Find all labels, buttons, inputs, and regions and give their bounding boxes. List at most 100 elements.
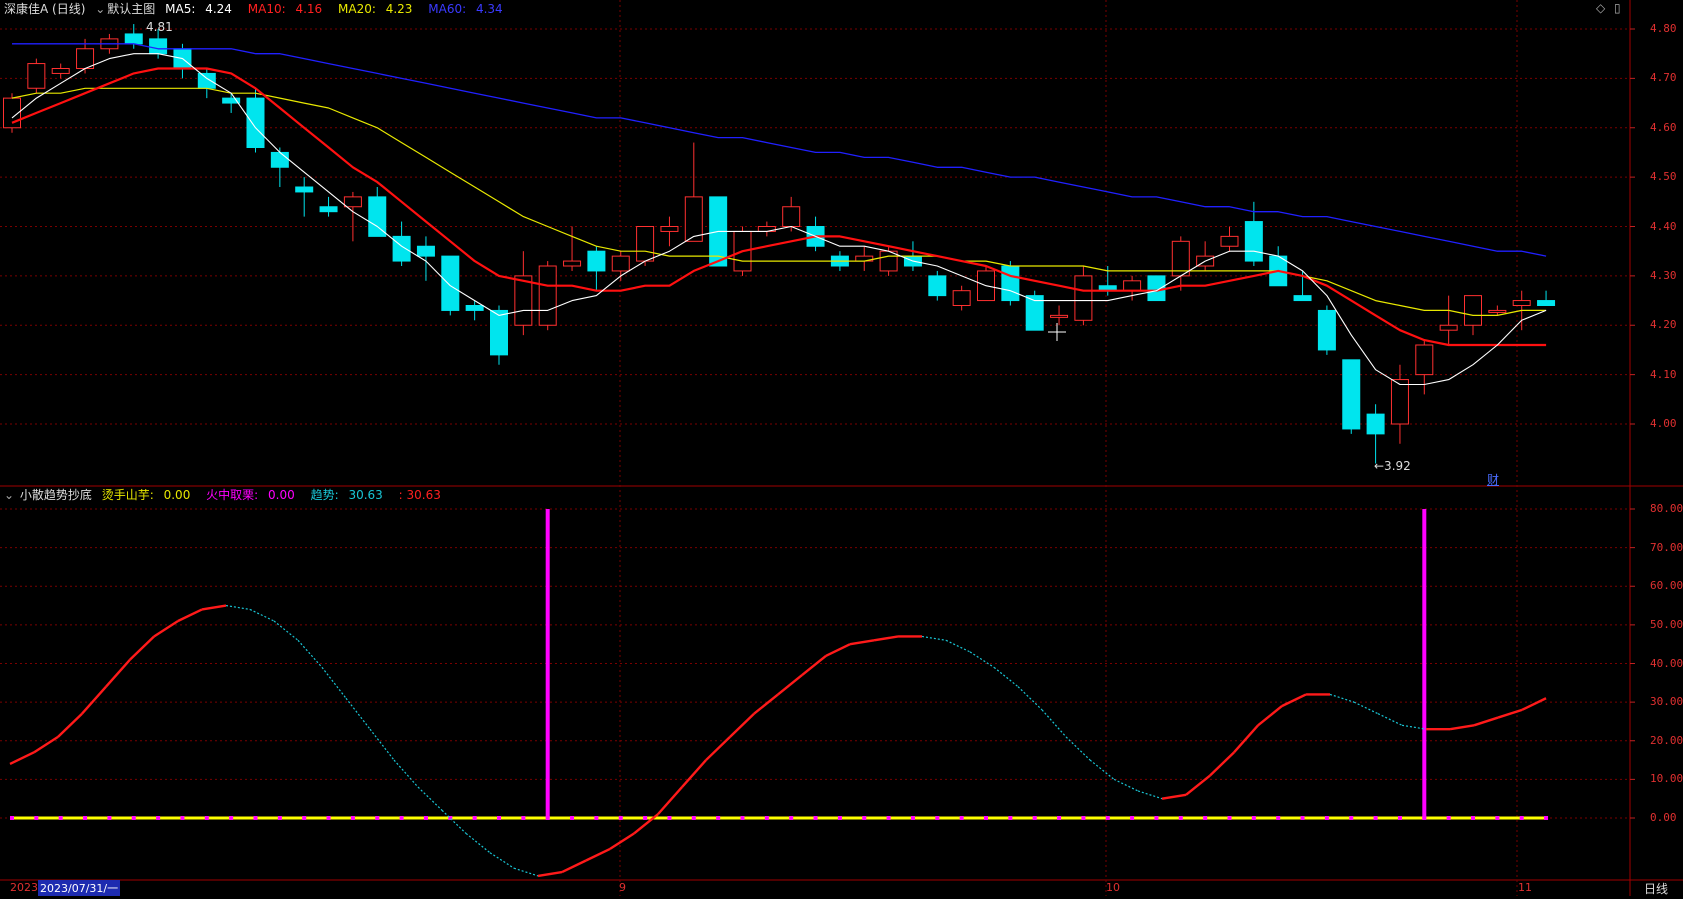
zero-dot (594, 816, 599, 820)
indicator-tick-label: 70.00 (1650, 540, 1683, 554)
period-label[interactable]: 日线 (1644, 880, 1668, 897)
bear-candle (124, 33, 143, 45)
template-label[interactable]: 默认主图 (107, 2, 155, 16)
zero-dot (1276, 816, 1281, 820)
zero-dot (1373, 816, 1378, 820)
zero-dot (959, 816, 964, 820)
trend-segment-up (1257, 705, 1283, 727)
ma10-label-text: MA10: (247, 2, 286, 16)
bear-candle (1537, 300, 1556, 306)
zero-dot (521, 816, 526, 820)
zero-dot (497, 816, 501, 820)
zero-dot (1324, 816, 1329, 820)
bull-candle (636, 226, 655, 262)
trend-segment-down (1329, 693, 1355, 703)
indicator-name[interactable]: 小散趋势抄底 (20, 488, 92, 502)
price-tick-label: 4.20 (1650, 318, 1677, 332)
bear-candle (246, 97, 265, 148)
trend-segment-down (945, 639, 971, 653)
chart-window[interactable]: 深康佳A (日线) ⌄ 默认主图 MA5: 4.24 MA10: 4.16 MA2… (0, 0, 1683, 896)
bear-candle (197, 72, 216, 89)
ma20-value: 4.23 (385, 2, 413, 16)
trend-segment-up (153, 620, 179, 638)
high-marker: 4.81 (146, 20, 173, 34)
bear-candle (441, 255, 460, 311)
zero-dot (1519, 816, 1524, 820)
zero-dot (1032, 816, 1037, 820)
trend-segment-down (1113, 778, 1139, 792)
bull-candle (1488, 309, 1507, 313)
trend-segment-down (465, 832, 491, 854)
trend-segment-up (753, 693, 779, 715)
zero-dot (1300, 816, 1305, 820)
chart-canvas[interactable] (0, 0, 1683, 896)
zero-dot (1130, 816, 1135, 820)
stock-name[interactable]: 深康佳A (日线) (4, 2, 85, 16)
trend-segment-up (177, 608, 203, 623)
price-tick-label: 4.60 (1650, 120, 1677, 134)
trend-segment-up (33, 735, 59, 754)
signal-bar (545, 509, 550, 818)
bull-candle (1123, 280, 1142, 292)
trend-segment-down (321, 666, 347, 699)
bull-candle (343, 196, 362, 208)
zero-dot (910, 816, 915, 820)
bull-candle (514, 275, 533, 326)
zero-dot (716, 816, 721, 820)
panel-toggle-icon[interactable]: ▯ (1614, 1, 1621, 15)
zero-dot (837, 816, 842, 820)
bull-candle (1512, 300, 1531, 306)
trend-segment-down (1353, 701, 1379, 715)
month-label-10: 10 (1106, 881, 1120, 894)
l3-label: 趋势: 30.63 (311, 488, 389, 502)
diamond-icon[interactable]: ◇ (1596, 1, 1605, 15)
trend-segment-up (777, 674, 803, 696)
trend-segment-down (345, 697, 371, 730)
trend-segment-down (393, 759, 419, 788)
zero-dot (156, 816, 161, 820)
trend-segment-down (489, 852, 515, 869)
zero-dot (350, 816, 355, 820)
zero-dot (984, 816, 988, 820)
chevron-down-icon[interactable]: ⌄ (95, 2, 105, 16)
main-pane-header: 深康佳A (日线) ⌄ 默认主图 MA5: 4.24 MA10: 4.16 MA2… (4, 0, 515, 18)
low-marker: ←3.92 (1374, 459, 1411, 473)
zero-dot (886, 816, 891, 820)
trend-segment-up (201, 604, 227, 611)
zero-dot (472, 816, 477, 820)
trend-segment-up (1281, 693, 1307, 708)
ma10-line (11, 67, 1547, 347)
trend-segment-up (537, 870, 563, 878)
bear-candle (465, 305, 484, 311)
trend-segment-up (105, 658, 131, 688)
trend-segment-up (657, 786, 683, 815)
zero-dot (302, 816, 307, 820)
chevron-down-icon[interactable]: ⌄ (4, 488, 14, 502)
bear-candle (319, 206, 338, 213)
trend-segment-down (969, 651, 995, 668)
trend-segment-up (1209, 751, 1235, 777)
price-tick-label: 4.40 (1650, 219, 1677, 233)
ma20-label-text: MA20: (338, 2, 376, 16)
zero-dot (1446, 816, 1451, 820)
zero-dot (1203, 816, 1208, 820)
zero-dot (423, 816, 428, 820)
month-label-9: 9 (619, 881, 626, 894)
zero-dot (1495, 816, 1500, 820)
bull-candle (538, 265, 557, 326)
time-axis[interactable]: 2023 2023/07/31/一 9 10 11 日线 (0, 880, 1683, 896)
bear-candle (928, 275, 947, 297)
ma20-label: MA20: 4.23 (338, 2, 418, 16)
zero-dot (618, 816, 623, 820)
bear-candle (368, 196, 387, 237)
zero-dot (83, 816, 88, 820)
trend-segment-up (1161, 793, 1187, 800)
price-tick-label: 4.50 (1650, 170, 1677, 184)
ma5-label: MA5: 4.24 (165, 2, 238, 16)
zero-dot (10, 816, 14, 820)
l1-label: 烫手山芋: 0.00 (102, 488, 197, 502)
bull-candle (1464, 295, 1482, 326)
finance-badge[interactable]: 财 (1487, 471, 1499, 488)
trend-segment-up (1185, 774, 1211, 796)
zero-dot (131, 816, 136, 820)
